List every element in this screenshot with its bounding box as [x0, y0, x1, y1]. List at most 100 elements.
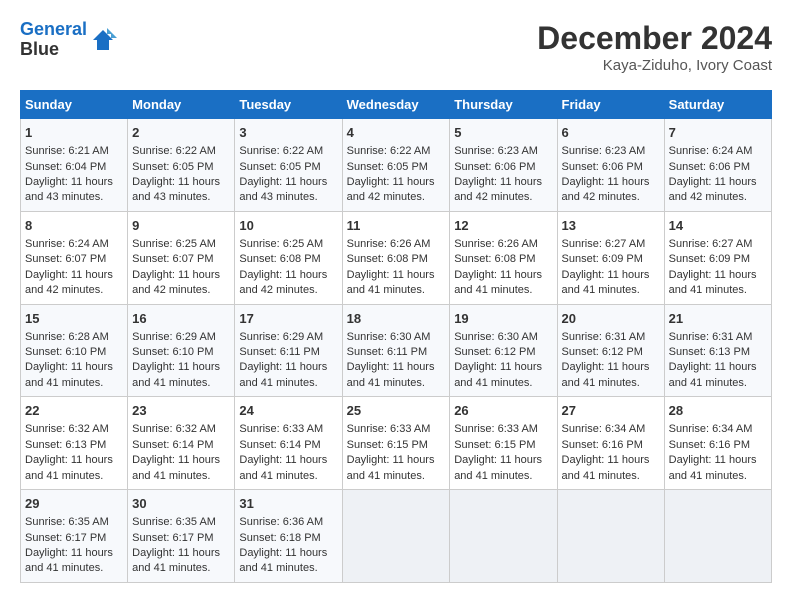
cell-info-line: Sunset: 6:16 PM [669, 438, 767, 453]
cell-info-line: Sunrise: 6:23 AM [454, 144, 552, 159]
day-number: 14 [669, 217, 767, 235]
cell-info-line: Sunset: 6:15 PM [347, 438, 446, 453]
day-number: 17 [239, 310, 337, 328]
cell-info-line: Daylight: 11 hours [669, 175, 767, 190]
cell-info-line: and 41 minutes. [347, 469, 446, 484]
cell-info-line: and 41 minutes. [562, 376, 660, 391]
cell-info-line: Daylight: 11 hours [562, 268, 660, 283]
calendar-cell: 28Sunrise: 6:34 AMSunset: 6:16 PMDayligh… [664, 397, 771, 490]
calendar-cell: 25Sunrise: 6:33 AMSunset: 6:15 PMDayligh… [342, 397, 450, 490]
day-number: 25 [347, 402, 446, 420]
cell-info-line: Sunrise: 6:32 AM [25, 422, 123, 437]
cell-info-line: Sunrise: 6:29 AM [132, 330, 230, 345]
cell-info-line: Sunrise: 6:34 AM [562, 422, 660, 437]
day-number: 31 [239, 495, 337, 513]
cell-info-line: and 41 minutes. [239, 561, 337, 576]
cell-info-line: and 42 minutes. [454, 190, 552, 205]
cell-info-line: Daylight: 11 hours [669, 268, 767, 283]
cell-info-line: Daylight: 11 hours [562, 453, 660, 468]
calendar-cell [664, 490, 771, 583]
cell-info-line: and 41 minutes. [25, 469, 123, 484]
cell-info-line: Daylight: 11 hours [454, 360, 552, 375]
calendar-week-row: 1Sunrise: 6:21 AMSunset: 6:04 PMDaylight… [21, 119, 772, 212]
calendar-cell: 17Sunrise: 6:29 AMSunset: 6:11 PMDayligh… [235, 304, 342, 397]
day-header-wednesday: Wednesday [342, 91, 450, 119]
day-header-thursday: Thursday [450, 91, 557, 119]
calendar-cell: 22Sunrise: 6:32 AMSunset: 6:13 PMDayligh… [21, 397, 128, 490]
page-header: GeneralBlue December 2024 Kaya-Ziduho, I… [20, 20, 772, 74]
cell-info-line: Sunset: 6:07 PM [25, 252, 123, 267]
day-number: 16 [132, 310, 230, 328]
cell-info-line: Sunrise: 6:21 AM [25, 144, 123, 159]
day-number: 4 [347, 124, 446, 142]
cell-info-line: Sunrise: 6:36 AM [239, 515, 337, 530]
day-number: 29 [25, 495, 123, 513]
cell-info-line: Daylight: 11 hours [239, 546, 337, 561]
cell-info-line: and 41 minutes. [132, 376, 230, 391]
cell-info-line: Sunset: 6:05 PM [347, 160, 446, 175]
calendar-cell: 12Sunrise: 6:26 AMSunset: 6:08 PMDayligh… [450, 211, 557, 304]
cell-info-line: Sunset: 6:18 PM [239, 531, 337, 546]
cell-info-line: Daylight: 11 hours [347, 453, 446, 468]
cell-info-line: Daylight: 11 hours [132, 360, 230, 375]
title-block: December 2024 Kaya-Ziduho, Ivory Coast [537, 20, 772, 74]
cell-info-line: and 42 minutes. [239, 283, 337, 298]
calendar-cell: 2Sunrise: 6:22 AMSunset: 6:05 PMDaylight… [128, 119, 235, 212]
day-number: 2 [132, 124, 230, 142]
calendar-cell: 10Sunrise: 6:25 AMSunset: 6:08 PMDayligh… [235, 211, 342, 304]
cell-info-line: Sunrise: 6:26 AM [454, 237, 552, 252]
day-number: 3 [239, 124, 337, 142]
calendar-week-row: 29Sunrise: 6:35 AMSunset: 6:17 PMDayligh… [21, 490, 772, 583]
cell-info-line: and 41 minutes. [562, 469, 660, 484]
cell-info-line: Sunset: 6:14 PM [132, 438, 230, 453]
day-header-friday: Friday [557, 91, 664, 119]
cell-info-line: Sunset: 6:16 PM [562, 438, 660, 453]
cell-info-line: Sunrise: 6:27 AM [669, 237, 767, 252]
cell-info-line: Sunrise: 6:31 AM [669, 330, 767, 345]
cell-info-line: Daylight: 11 hours [132, 268, 230, 283]
calendar-cell: 21Sunrise: 6:31 AMSunset: 6:13 PMDayligh… [664, 304, 771, 397]
cell-info-line: Daylight: 11 hours [25, 453, 123, 468]
calendar-cell: 27Sunrise: 6:34 AMSunset: 6:16 PMDayligh… [557, 397, 664, 490]
calendar-cell: 26Sunrise: 6:33 AMSunset: 6:15 PMDayligh… [450, 397, 557, 490]
calendar-cell: 7Sunrise: 6:24 AMSunset: 6:06 PMDaylight… [664, 119, 771, 212]
calendar-week-row: 22Sunrise: 6:32 AMSunset: 6:13 PMDayligh… [21, 397, 772, 490]
calendar-cell: 19Sunrise: 6:30 AMSunset: 6:12 PMDayligh… [450, 304, 557, 397]
cell-info-line: Daylight: 11 hours [669, 453, 767, 468]
cell-info-line: Sunset: 6:06 PM [669, 160, 767, 175]
cell-info-line: Sunrise: 6:25 AM [132, 237, 230, 252]
cell-info-line: Daylight: 11 hours [454, 175, 552, 190]
cell-info-line: Sunrise: 6:29 AM [239, 330, 337, 345]
cell-info-line: Daylight: 11 hours [562, 175, 660, 190]
day-number: 21 [669, 310, 767, 328]
day-number: 18 [347, 310, 446, 328]
cell-info-line: and 41 minutes. [669, 283, 767, 298]
cell-info-line: Sunrise: 6:34 AM [669, 422, 767, 437]
cell-info-line: Daylight: 11 hours [239, 453, 337, 468]
cell-info-line: Sunrise: 6:23 AM [562, 144, 660, 159]
cell-info-line: Daylight: 11 hours [25, 175, 123, 190]
cell-info-line: Sunset: 6:12 PM [454, 345, 552, 360]
cell-info-line: and 42 minutes. [669, 190, 767, 205]
day-number: 10 [239, 217, 337, 235]
cell-info-line: Sunset: 6:11 PM [347, 345, 446, 360]
cell-info-line: Daylight: 11 hours [132, 546, 230, 561]
calendar-week-row: 15Sunrise: 6:28 AMSunset: 6:10 PMDayligh… [21, 304, 772, 397]
calendar-cell: 24Sunrise: 6:33 AMSunset: 6:14 PMDayligh… [235, 397, 342, 490]
calendar-cell: 1Sunrise: 6:21 AMSunset: 6:04 PMDaylight… [21, 119, 128, 212]
cell-info-line: and 43 minutes. [25, 190, 123, 205]
calendar-title: December 2024 [537, 20, 772, 57]
day-header-monday: Monday [128, 91, 235, 119]
cell-info-line: and 41 minutes. [669, 376, 767, 391]
cell-info-line: Sunrise: 6:33 AM [239, 422, 337, 437]
cell-info-line: Sunrise: 6:22 AM [239, 144, 337, 159]
calendar-cell: 23Sunrise: 6:32 AMSunset: 6:14 PMDayligh… [128, 397, 235, 490]
cell-info-line: Daylight: 11 hours [454, 268, 552, 283]
calendar-subtitle: Kaya-Ziduho, Ivory Coast [537, 57, 772, 74]
cell-info-line: Daylight: 11 hours [347, 268, 446, 283]
day-number: 22 [25, 402, 123, 420]
cell-info-line: Sunset: 6:09 PM [669, 252, 767, 267]
cell-info-line: and 41 minutes. [239, 469, 337, 484]
day-number: 7 [669, 124, 767, 142]
cell-info-line: Daylight: 11 hours [25, 546, 123, 561]
